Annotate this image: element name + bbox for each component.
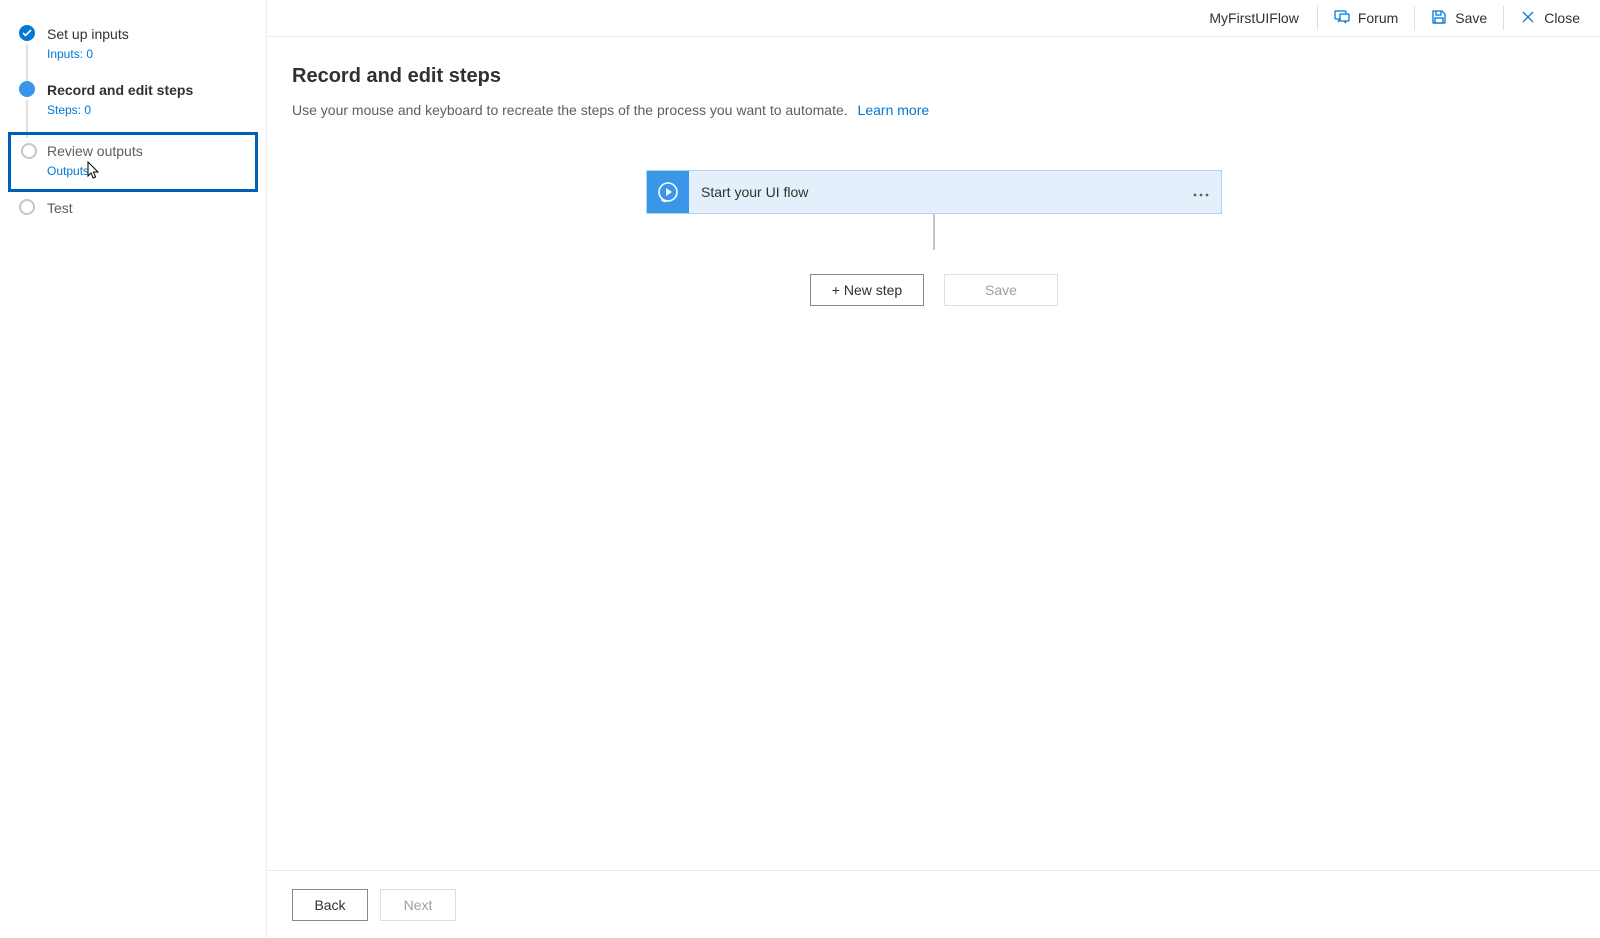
save-icon xyxy=(1431,9,1447,28)
page-title: Record and edit steps xyxy=(292,65,1576,88)
close-label: Close xyxy=(1544,10,1580,26)
step-record-edit[interactable]: Record and edit steps Steps: 0 xyxy=(0,76,266,132)
flow-action-row: + New step Save xyxy=(292,274,1576,306)
wizard-sidebar: Set up inputs Inputs: 0 Record and edit … xyxy=(0,0,267,938)
step-subtitle: Steps: 0 xyxy=(47,102,254,118)
flow-card-label: Start your UI flow xyxy=(689,184,1181,200)
forum-label: Forum xyxy=(1358,10,1398,26)
step-title: Set up inputs xyxy=(47,24,254,44)
flow-card-menu-button[interactable] xyxy=(1181,171,1221,213)
more-icon xyxy=(1193,184,1209,200)
close-button[interactable]: Close xyxy=(1504,0,1596,36)
new-step-button[interactable]: + New step xyxy=(810,274,924,306)
step-subtitle: Outputs xyxy=(47,163,249,179)
step-status-pending-icon xyxy=(19,199,35,215)
flow-save-button[interactable]: Save xyxy=(944,274,1058,306)
save-button[interactable]: Save xyxy=(1415,0,1503,36)
flow-connector-line xyxy=(933,214,935,250)
forum-button[interactable]: Forum xyxy=(1318,0,1414,36)
close-icon xyxy=(1520,9,1536,28)
back-button[interactable]: Back xyxy=(292,889,368,921)
top-header: MyFirstUIFlow Forum Save xyxy=(268,0,1600,37)
content-area: Record and edit steps Use your mouse and… xyxy=(268,37,1600,870)
step-review-outputs[interactable]: Review outputs Outputs xyxy=(8,132,258,192)
main-area: Record and edit steps Use your mouse and… xyxy=(268,37,1600,938)
forum-icon xyxy=(1334,9,1350,28)
flow-start-card[interactable]: Start your UI flow xyxy=(646,170,1222,214)
page-description: Use your mouse and keyboard to recreate … xyxy=(292,102,1576,118)
step-status-done-icon xyxy=(19,25,35,41)
next-button[interactable]: Next xyxy=(380,889,456,921)
step-status-pending-icon xyxy=(21,143,37,159)
uiflow-start-icon xyxy=(647,171,689,213)
learn-more-link[interactable]: Learn more xyxy=(858,102,930,118)
save-label: Save xyxy=(1455,10,1487,26)
step-status-current-icon xyxy=(19,81,35,97)
step-subtitle: Inputs: 0 xyxy=(47,46,254,62)
flow-name-label: MyFirstUIFlow xyxy=(1191,10,1316,26)
step-title: Test xyxy=(47,198,254,218)
step-title: Record and edit steps xyxy=(47,80,254,100)
step-test[interactable]: Test xyxy=(0,194,266,234)
page-description-text: Use your mouse and keyboard to recreate … xyxy=(292,102,848,118)
step-title: Review outputs xyxy=(47,141,249,161)
step-setup-inputs[interactable]: Set up inputs Inputs: 0 xyxy=(0,20,266,76)
wizard-footer: Back Next xyxy=(268,870,1600,938)
